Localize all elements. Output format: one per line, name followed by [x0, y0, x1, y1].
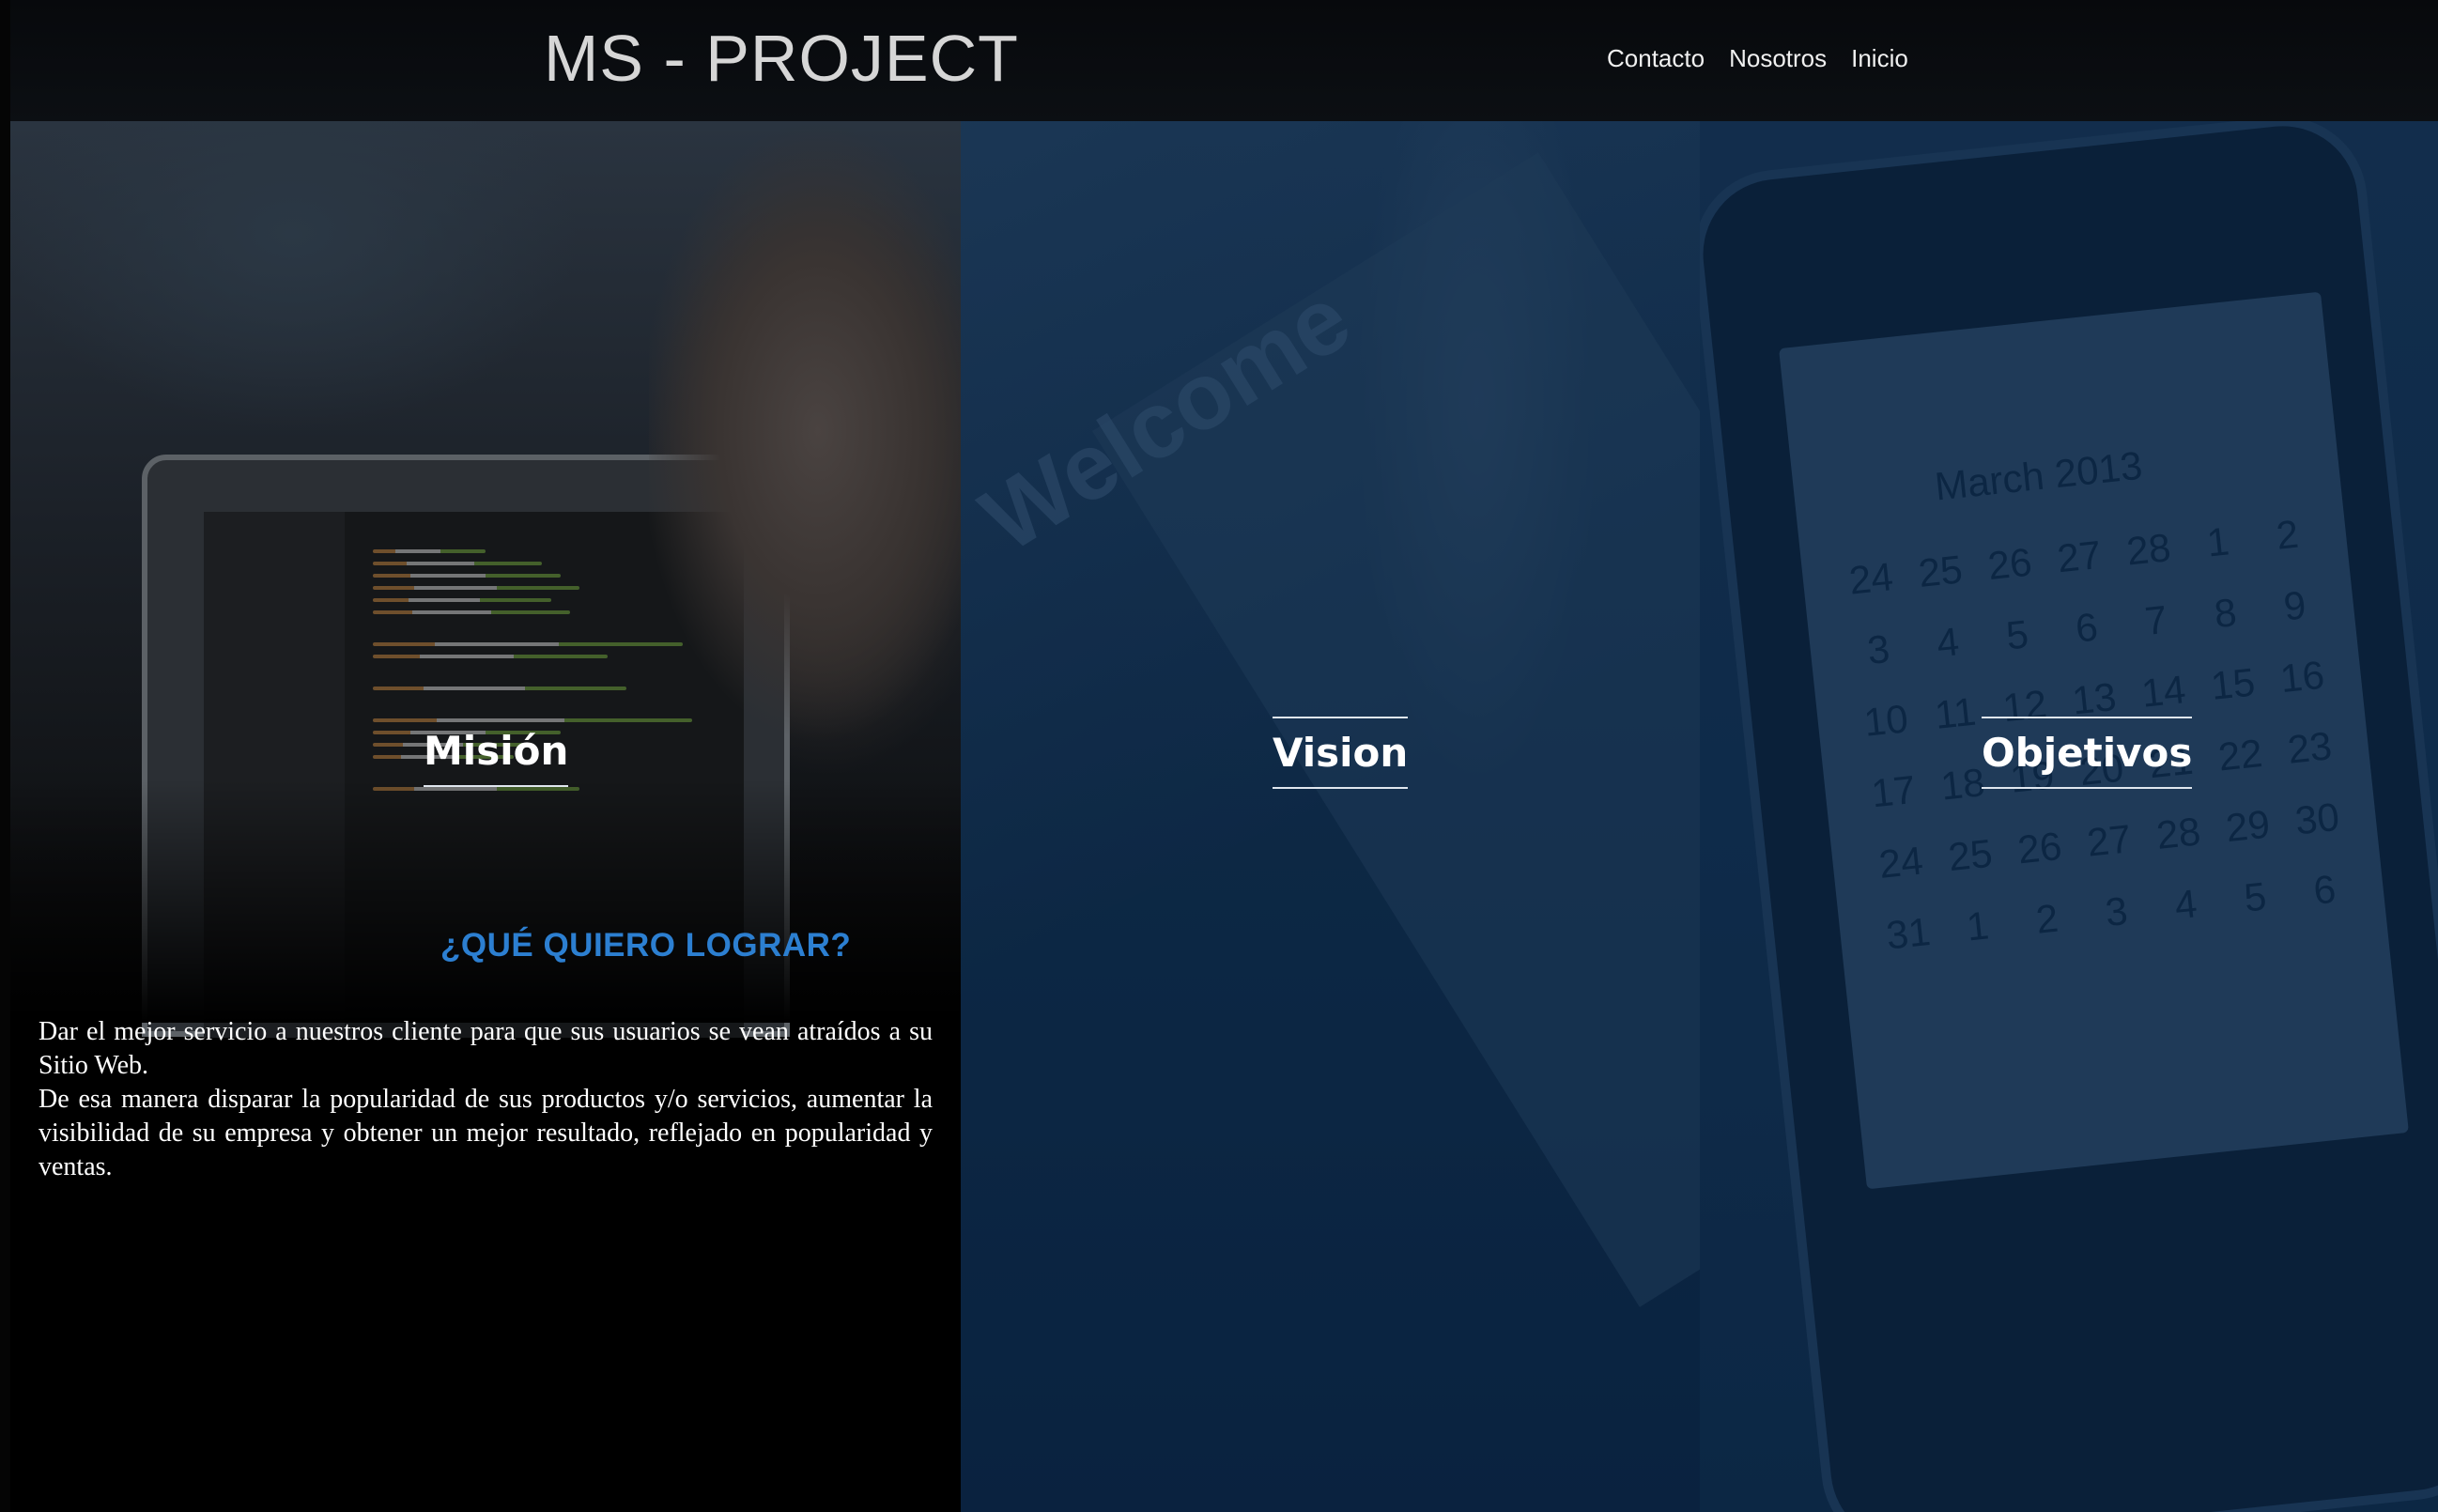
panel-objetivos[interactable]: March 2013 24 25 26 27 28 1 2 3456789 10 11 12 13…: [1700, 121, 2438, 1512]
nav-link-inicio[interactable]: Inicio: [1851, 44, 1908, 73]
brand-logo[interactable]: MS - PROJECT: [544, 21, 1019, 96]
mision-subheading: ¿QUÉ QUIERO LOGRAR?: [440, 927, 852, 964]
objetivos-overlay: [1700, 121, 2438, 1512]
panel-vision[interactable]: Welcome Vision: [961, 121, 1700, 1512]
mision-description: Dar el mejor servicio a nuestros cliente…: [39, 1015, 933, 1184]
mision-background-photo: [10, 121, 961, 1038]
left-edge: [0, 0, 10, 1512]
mision-paragraph-1: Dar el mejor servicio a nuestros cliente…: [39, 1017, 933, 1080]
panel-title-vision[interactable]: Vision: [1273, 717, 1409, 789]
nav-link-nosotros[interactable]: Nosotros: [1729, 44, 1827, 73]
person-silhouette: [649, 121, 961, 797]
panel-mision[interactable]: Misión ¿QUÉ QUIERO LOGRAR? Dar el mejor …: [10, 121, 961, 1512]
mision-paragraph-2: De esa manera disparar la popularidad de…: [39, 1085, 933, 1181]
site-header: MS - PROJECT Contacto Nosotros Inicio: [10, 0, 2438, 121]
vision-overlay: [961, 121, 1700, 1512]
main-nav: Contacto Nosotros Inicio: [1607, 44, 1908, 73]
panel-title-objetivos[interactable]: Objetivos: [1982, 717, 2193, 789]
nav-link-contacto[interactable]: Contacto: [1607, 44, 1705, 73]
page: MS - PROJECT Contacto Nosotros Inicio Mi…: [0, 0, 2438, 1512]
panel-title-mision[interactable]: Misión: [424, 717, 569, 787]
